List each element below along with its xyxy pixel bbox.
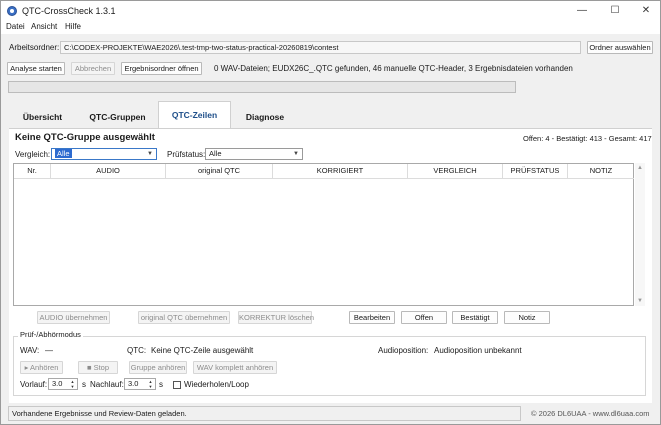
- wav-label: WAV:: [20, 346, 40, 355]
- clear-correction-button[interactable]: KORREKTUR löschen: [238, 311, 314, 324]
- stop-button-label: Stop: [93, 363, 110, 372]
- loop-label[interactable]: Wiederholen/Loop: [184, 380, 249, 389]
- analysis-summary: 0 WAV-Dateien; EUDX26C_.QTC gefunden, 46…: [214, 64, 573, 73]
- chevron-down-icon: ▼: [147, 151, 153, 157]
- play-group-button[interactable]: Gruppe anhören: [129, 361, 187, 374]
- compare-filter-label: Vergleich:: [15, 150, 51, 159]
- column-header-audio[interactable]: AUDIO: [51, 164, 166, 179]
- app-icon: [7, 6, 17, 16]
- copyright-text: © 2026 DL6UAA - www.dl6uaa.com: [531, 409, 650, 418]
- pre-roll-value: 3.0: [52, 379, 63, 388]
- column-header-original-qtc[interactable]: original QTC: [166, 164, 273, 179]
- pre-roll-label: Vorlauf:: [20, 380, 48, 389]
- audio-position-value: Audioposition unbekannt: [434, 346, 522, 355]
- open-results-button[interactable]: Ergebnisordner öffnen: [121, 62, 202, 75]
- tab-qtc-gruppen[interactable]: QTC-Gruppen: [79, 105, 156, 128]
- progress-bar: [8, 81, 516, 93]
- edit-button[interactable]: Bearbeiten: [349, 311, 395, 324]
- chevron-down-icon: ▼: [293, 151, 299, 157]
- tab-bar: Übersicht QTC-Gruppen QTC-Zeilen Diagnos…: [9, 101, 652, 129]
- maximize-button[interactable]: ☐: [600, 2, 630, 20]
- post-roll-value: 3.0: [128, 379, 139, 388]
- audio-position-label: Audioposition:: [378, 346, 429, 355]
- qtc-lines-table[interactable]: Nr. AUDIO original QTC KORRIGIERT VERGLE…: [13, 163, 634, 306]
- menu-bar: Datei Ansicht Hilfe: [1, 21, 660, 34]
- scroll-up-icon[interactable]: ▲: [635, 165, 645, 171]
- column-header-korrigiert[interactable]: KORRIGIERT: [273, 164, 408, 179]
- play-button[interactable]: ▸ Anhören: [20, 361, 63, 374]
- table-scrollbar[interactable]: ▲ ▼: [635, 163, 645, 306]
- title-bar: QTC-CrossCheck 1.3.1 — ☐ ✕: [1, 1, 660, 21]
- compare-filter-value: Alle: [55, 149, 72, 158]
- workdir-path-field[interactable]: C:\CODEX-PROJEKTE\WAE2026\.test-tmp-two-…: [60, 41, 581, 54]
- wav-value: —: [45, 346, 53, 355]
- stop-icon: ■: [86, 363, 94, 372]
- choose-folder-button[interactable]: Ordner auswählen: [587, 41, 653, 54]
- cancel-button[interactable]: Abbrechen: [71, 62, 115, 75]
- pre-roll-unit: s: [82, 380, 86, 389]
- qtc-label: QTC:: [127, 346, 147, 355]
- menu-datei[interactable]: Datei: [6, 22, 25, 31]
- note-button[interactable]: Notiz: [504, 311, 550, 324]
- post-roll-spinbox[interactable]: 3.0 ▲ ▼: [124, 378, 156, 390]
- status-counts: Offen: 4 - Bestätigt: 413 - Gesamt: 417: [523, 134, 652, 143]
- status-filter-select[interactable]: Alle ▼: [205, 148, 303, 160]
- menu-hilfe[interactable]: Hilfe: [65, 22, 81, 31]
- column-header-vergleich[interactable]: VERGLEICH: [408, 164, 503, 179]
- tab-qtc-zeilen[interactable]: QTC-Zeilen: [158, 101, 231, 129]
- tab-diagnose[interactable]: Diagnose: [234, 105, 296, 128]
- take-audio-button[interactable]: AUDIO übernehmen: [37, 311, 110, 324]
- mark-confirmed-button[interactable]: Bestätigt: [452, 311, 498, 324]
- stop-button[interactable]: ■ Stop: [78, 361, 118, 374]
- main-window: QTC-CrossCheck 1.3.1 — ☐ ✕ Datei Ansicht…: [0, 0, 661, 425]
- workdir-label: Arbeitsordner:: [9, 43, 60, 52]
- play-wav-button[interactable]: WAV komplett anhören: [193, 361, 277, 374]
- panel-heading: Keine QTC-Gruppe ausgewählt: [15, 132, 155, 143]
- status-filter-value: Alle: [209, 149, 222, 158]
- window-title: QTC-CrossCheck 1.3.1: [22, 6, 116, 16]
- start-analysis-button[interactable]: Analyse starten: [7, 62, 65, 75]
- mark-open-button[interactable]: Offen: [401, 311, 447, 324]
- loop-checkbox[interactable]: [173, 381, 181, 389]
- close-button[interactable]: ✕: [631, 2, 660, 20]
- column-header-pruefstatus[interactable]: PRÜFSTATUS: [503, 164, 568, 179]
- compare-filter-select[interactable]: Alle ▼: [51, 148, 157, 160]
- column-header-nr[interactable]: Nr.: [14, 164, 51, 179]
- scroll-down-icon[interactable]: ▼: [635, 298, 645, 304]
- status-bar: Vorhandene Ergebnisse und Review-Daten g…: [1, 404, 660, 424]
- take-original-qtc-button[interactable]: original QTC übernehmen: [138, 311, 230, 324]
- pre-roll-spinbox[interactable]: 3.0 ▲ ▼: [48, 378, 78, 390]
- menu-ansicht[interactable]: Ansicht: [31, 22, 57, 31]
- post-roll-unit: s: [159, 380, 163, 389]
- post-roll-label: Nachlauf:: [90, 380, 124, 389]
- listen-mode-title: Prüf-/Abhörmodus: [18, 330, 83, 339]
- play-button-label: Anhören: [30, 363, 59, 372]
- column-header-notiz[interactable]: NOTIZ: [568, 164, 634, 179]
- qtc-value: Keine QTC-Zeile ausgewählt: [151, 346, 254, 355]
- spinner-arrows-icon[interactable]: ▲ ▼: [69, 379, 76, 389]
- spinner-arrows-icon[interactable]: ▲ ▼: [147, 379, 154, 389]
- tab-uebersicht[interactable]: Übersicht: [12, 105, 73, 128]
- minimize-button[interactable]: —: [567, 2, 597, 20]
- status-filter-label: Prüfstatus:: [167, 150, 206, 159]
- status-message: Vorhandene Ergebnisse und Review-Daten g…: [8, 406, 521, 421]
